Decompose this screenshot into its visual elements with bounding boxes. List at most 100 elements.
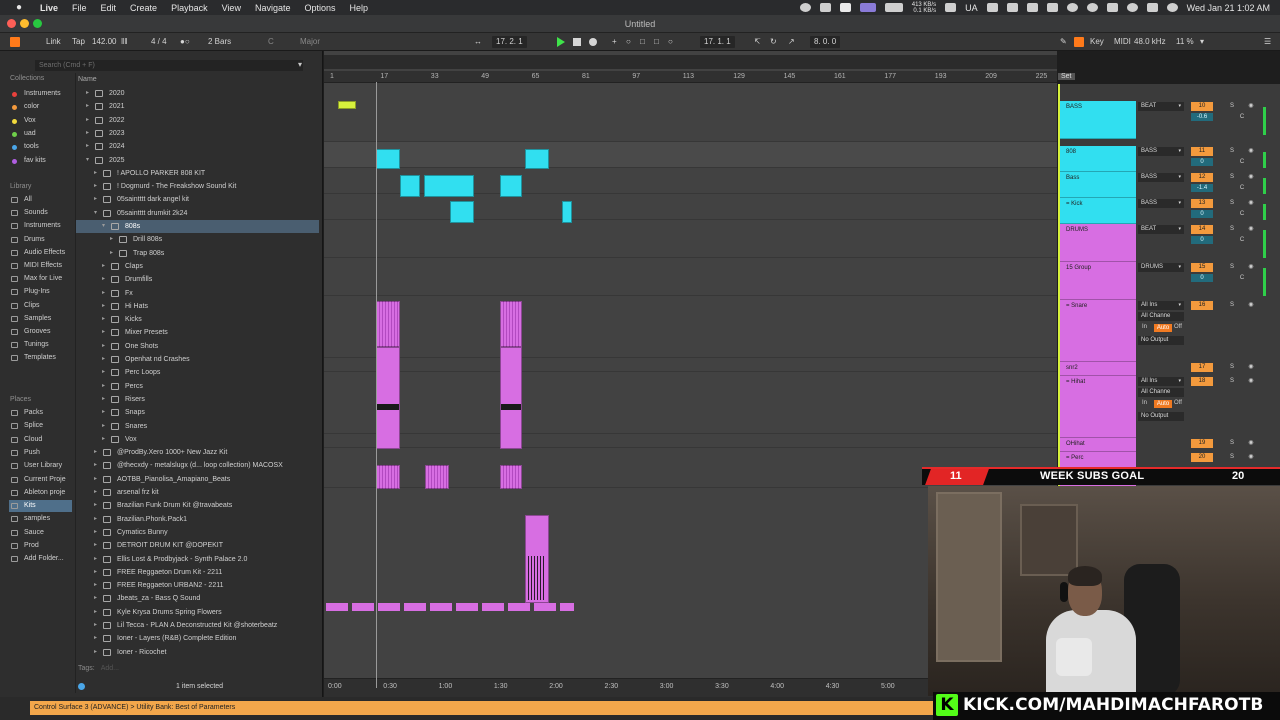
menu-help[interactable]: Help <box>350 3 369 13</box>
chevron-right-icon[interactable]: ▸ <box>86 87 89 100</box>
track-input-menu[interactable]: BASS ▾ <box>1138 147 1184 156</box>
clip-kick-2[interactable] <box>562 201 572 223</box>
browser-tree-row[interactable]: ▸ Percs <box>76 380 319 393</box>
app-status-icon[interactable] <box>819 3 831 12</box>
chevron-down-icon[interactable]: ▾ <box>102 220 105 233</box>
library-item[interactable]: Templates <box>9 352 72 364</box>
menu-options[interactable]: Options <box>304 3 335 13</box>
track-activator-button[interactable]: 15 <box>1191 263 1213 272</box>
chevron-right-icon[interactable]: ▸ <box>94 180 97 193</box>
solo-button[interactable]: S <box>1227 173 1237 182</box>
browser-tree-row[interactable]: ▸ Lil Tecca - PLAN A Deconstructed Kit @s… <box>76 619 319 632</box>
browser-tree-row[interactable]: ▸ Brazilian Funk Drum Kit @travabeats <box>76 499 319 512</box>
chevron-down-icon[interactable]: ▾ <box>94 207 97 220</box>
track-pan-field[interactable]: C <box>1236 184 1248 192</box>
tags-add-input[interactable]: Add... <box>101 665 119 672</box>
arm-icon[interactable]: ◉ <box>1246 301 1256 310</box>
arm-icon[interactable]: ◉ <box>1246 199 1256 208</box>
browser-tree-row[interactable]: ▸ Hi Hats <box>76 300 319 313</box>
browser-tree-row[interactable]: ▸ Perc Loops <box>76 366 319 379</box>
chevron-right-icon[interactable]: ▸ <box>94 539 97 552</box>
track-header[interactable]: 808 <box>1060 146 1136 172</box>
track-header[interactable]: = Snare <box>1060 300 1136 362</box>
key-root-menu[interactable]: C <box>268 36 274 48</box>
collection-item[interactable]: Instruments <box>9 88 72 100</box>
chevron-down-icon[interactable]: ▾ <box>86 154 89 167</box>
malwarebytes-icon[interactable] <box>839 3 851 12</box>
browser-tree-row[interactable]: ▸ Drill 808s <box>76 233 319 246</box>
fx-lane-clips[interactable] <box>326 603 574 611</box>
library-item[interactable]: Plug-Ins <box>9 286 72 298</box>
browser-tree-row[interactable]: ▸ Drumfills <box>76 273 319 286</box>
collection-item[interactable]: Vox <box>9 115 72 127</box>
menu-create[interactable]: Create <box>130 3 157 13</box>
time-signature-field[interactable]: 4 / 4 <box>151 36 167 48</box>
track-activator-button[interactable]: 17 <box>1191 363 1213 372</box>
menu-navigate[interactable]: Navigate <box>255 3 291 13</box>
ableton-logo-icon[interactable] <box>10 37 20 47</box>
messenger-icon[interactable] <box>986 3 998 12</box>
places-item[interactable]: Current Proje <box>9 474 72 486</box>
playhead[interactable] <box>376 82 377 688</box>
menu-playback[interactable]: Playback <box>171 3 208 13</box>
bitwarden-icon[interactable] <box>1006 3 1018 12</box>
chevron-right-icon[interactable]: ▸ <box>110 233 113 246</box>
browser-filter-icon[interactable]: ▾ <box>298 60 302 69</box>
punch-out-icon[interactable]: ↗ <box>788 36 795 48</box>
loop-start-field[interactable]: 17. 1. 1 <box>700 36 735 48</box>
solo-button[interactable]: S <box>1227 377 1237 386</box>
loop-switch-icon[interactable]: ○ <box>668 36 673 48</box>
solo-button[interactable]: S <box>1227 301 1237 310</box>
arm-icon[interactable]: ◉ <box>1246 363 1256 372</box>
browser-tree-row[interactable]: ▸ ! APOLLO PARKER 808 KIT <box>76 167 319 180</box>
track-input-menu[interactable]: DRUMS ▾ <box>1138 263 1184 272</box>
track-activator-button[interactable]: 16 <box>1191 301 1213 310</box>
clip-bass-2[interactable] <box>424 175 474 197</box>
track-name[interactable]: = Hihat <box>1066 379 1085 385</box>
library-item[interactable]: Drums <box>9 234 72 246</box>
chevron-right-icon[interactable]: ▸ <box>102 393 105 406</box>
track-volume-field[interactable]: 0 <box>1191 210 1213 218</box>
chevron-right-icon[interactable]: ▸ <box>94 486 97 499</box>
arm-icon[interactable]: ◉ <box>1246 263 1256 272</box>
set-locator-button[interactable]: Set <box>1058 73 1075 80</box>
library-item[interactable]: All <box>9 194 72 206</box>
library-item[interactable]: Samples <box>9 313 72 325</box>
library-item[interactable]: Grooves <box>9 326 72 338</box>
track-input-menu[interactable]: BEAT ▾ <box>1138 102 1184 111</box>
browser-tree-row[interactable]: ▸ Trap 808s <box>76 247 319 260</box>
track-header[interactable]: 15 Group <box>1060 262 1136 300</box>
chevron-right-icon[interactable]: ▸ <box>94 566 97 579</box>
arm-icon[interactable]: ◉ <box>1246 102 1256 111</box>
quantize-menu[interactable]: 2 Bars <box>208 36 231 48</box>
track-pan-field[interactable]: C <box>1236 210 1248 218</box>
metronome-icon[interactable]: ●○ <box>180 36 190 48</box>
browser-tree-row[interactable]: ▸ Snares <box>76 420 319 433</box>
arm-icon[interactable]: ◉ <box>1246 173 1256 182</box>
track-name[interactable]: Bass <box>1066 175 1079 181</box>
browser-tree-row[interactable]: ▸ ! Dogmurd - The Freakshow Sound Kit <box>76 180 319 193</box>
browser-tree-row[interactable]: ▸ Cymatics Bunny <box>76 526 319 539</box>
solo-button[interactable]: S <box>1227 453 1237 462</box>
arm-icon[interactable]: ◉ <box>1246 147 1256 156</box>
lane-808[interactable] <box>324 142 1057 168</box>
chevron-right-icon[interactable]: ▸ <box>94 553 97 566</box>
loop-icon[interactable]: ↻ <box>770 36 777 48</box>
track-header[interactable]: Bass <box>1060 172 1136 198</box>
beat-ruler[interactable]: 1 17 33 49 65 81 97 113 129 145 161 177 193 209 225 <box>324 71 1057 83</box>
chevron-right-icon[interactable]: ▸ <box>102 300 105 313</box>
solo-button[interactable]: S <box>1227 363 1237 372</box>
chevron-right-icon[interactable]: ▸ <box>94 592 97 605</box>
browser-tree-row[interactable]: ▸ Jbeats_za - Bass Q Sound <box>76 592 319 605</box>
browser-tree-row[interactable]: ▸ 05saintttt dark angel kit <box>76 193 319 206</box>
chevron-right-icon[interactable]: ▸ <box>102 340 105 353</box>
track-header[interactable]: = Hihat <box>1060 376 1136 438</box>
lane-kick[interactable] <box>324 194 1057 220</box>
clip-perc-1[interactable] <box>376 465 400 489</box>
chevron-right-icon[interactable]: ▸ <box>102 260 105 273</box>
browser-tree-row[interactable]: ▸ Ioner - Ricochet <box>76 646 319 659</box>
solo-button[interactable]: S <box>1227 263 1237 272</box>
chevron-right-icon[interactable]: ▸ <box>102 273 105 286</box>
browser-tree-row[interactable]: ▸ Openhat nd Crashes <box>76 353 319 366</box>
track-name[interactable]: snr2 <box>1066 365 1078 371</box>
